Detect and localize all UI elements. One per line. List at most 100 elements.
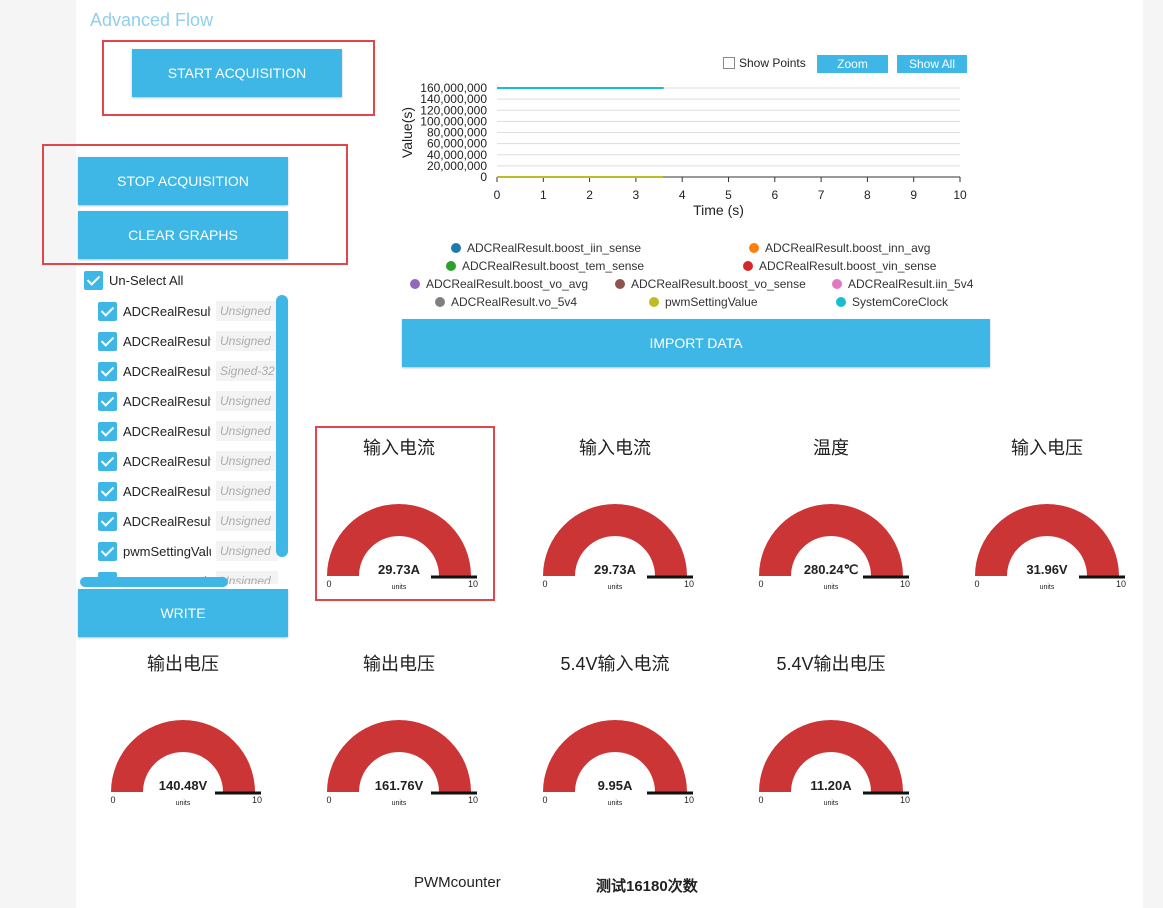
gauge-unit: units: [824, 800, 839, 807]
legend-swatch: [749, 243, 759, 253]
gauge: 输出电压 161.76V units 0 10: [314, 650, 484, 850]
variable-name: ADCRealResult.boost_inn_avg: [123, 333, 211, 349]
variable-row[interactable]: ADCRealResult.vo_5v4 Unsigned: [98, 508, 278, 534]
variable-name: ADCRealResult.vo_5v4: [123, 513, 211, 529]
gauge-dial: 11.20A units 0 10: [758, 720, 910, 807]
variable-row[interactable]: pwmSettingValue Unsigned: [98, 538, 278, 564]
legend-item[interactable]: ADCRealResult.boost_tem_sense: [446, 259, 644, 273]
variable-type-field[interactable]: Unsigned: [216, 541, 278, 561]
unselect-all[interactable]: Un-Select All: [84, 271, 183, 290]
variable-checkbox[interactable]: [98, 421, 117, 441]
legend-swatch: [446, 261, 456, 271]
variable-row[interactable]: ADCRealResult.boost_vo_sense Unsigned: [98, 448, 278, 474]
gauge-max: 10: [900, 795, 910, 805]
legend-swatch: [615, 279, 625, 289]
start-acquisition-button[interactable]: START ACQUISITION: [132, 49, 342, 97]
app-title: Advanced Flow: [90, 10, 214, 30]
gauge-unit: units: [392, 800, 407, 807]
gauge-max: 10: [1116, 579, 1126, 589]
gauge-title: 5.4V输入电流: [560, 654, 670, 674]
gauge-min: 0: [974, 579, 979, 589]
variable-row[interactable]: ADCRealResult.boost_vo_avg Unsigned: [98, 418, 278, 444]
variable-list-hscrollbar[interactable]: [80, 577, 228, 587]
x-tick-label: 1: [540, 188, 547, 202]
gauge-dial: 9.95A units 0 10: [542, 720, 694, 807]
legend-item[interactable]: ADCRealResult.boost_vo_sense: [615, 277, 806, 291]
legend-item[interactable]: ADCRealResult.boost_iin_sense: [451, 241, 641, 255]
variable-row[interactable]: ADCRealResult.boost_inn_avg Unsigned: [98, 328, 278, 354]
variable-type-field[interactable]: Signed-32: [216, 361, 278, 381]
gauge: 输出电压 140.48V units 0 10: [98, 650, 268, 850]
variable-checkbox[interactable]: [98, 511, 117, 531]
legend-item[interactable]: ADCRealResult.iin_5v4: [832, 277, 973, 291]
unselect-all-checkbox[interactable]: [84, 271, 103, 290]
gauge-unit: units: [608, 584, 623, 591]
variable-row[interactable]: ADCRealResult.boost_tem_sense Signed-32: [98, 358, 278, 384]
gauge-min: 0: [326, 795, 331, 805]
gauge-title: 输入电压: [1011, 438, 1083, 458]
zoom-button[interactable]: Zoom: [817, 55, 888, 73]
variable-checkbox[interactable]: [98, 331, 117, 351]
gauge-unit: units: [176, 800, 191, 807]
x-tick-label: 3: [633, 188, 640, 202]
variable-name: ADCRealResult.boost_tem_sense: [123, 363, 211, 379]
variable-checkbox[interactable]: [98, 451, 117, 471]
variable-checkbox[interactable]: [98, 481, 117, 501]
gauge-max: 10: [468, 579, 478, 589]
pwm-counter-label: PWMcounter: [414, 874, 501, 891]
variable-row[interactable]: ADCRealResult.boost_vin_sense Unsigned: [98, 388, 278, 414]
legend-label: ADCRealResult.boost_tem_sense: [462, 259, 645, 273]
variable-type-field[interactable]: Unsigned: [216, 331, 278, 351]
pwm-counter-value: 测试16180次数: [596, 878, 698, 895]
variable-type-field[interactable]: Unsigned: [216, 511, 278, 531]
variable-list[interactable]: ADCRealResult.boost_iin_senseUnsigned ADC…: [78, 294, 290, 584]
stop-acquisition-button[interactable]: STOP ACQUISITION: [78, 157, 288, 205]
variable-name: ADCRealResult.iin_5v4: [123, 483, 211, 499]
legend-item[interactable]: ADCRealResult.boost_vo_avg: [410, 277, 588, 291]
gauge-value: 280.24℃: [804, 562, 858, 577]
legend-item[interactable]: ADCRealResult.vo_5v4: [435, 295, 577, 309]
legend-item[interactable]: pwmSettingValue: [649, 295, 758, 309]
variable-list-scrollbar[interactable]: [276, 295, 288, 557]
variable-name: ADCRealResult.boost_vo_sense: [123, 453, 211, 469]
write-button[interactable]: WRITE: [78, 589, 288, 637]
legend-label: ADCRealResult.boost_iin_sense: [467, 241, 642, 255]
show-all-button[interactable]: Show All: [897, 55, 967, 73]
legend-item[interactable]: SystemCoreClock: [836, 295, 948, 309]
variable-row[interactable]: ADCRealResult.boost_iin_sense Unsigned: [98, 298, 278, 324]
legend-label: ADCRealResult.boost_vo_avg: [426, 277, 589, 291]
legend-item[interactable]: ADCRealResult.boost_inn_avg: [749, 241, 930, 255]
legend-swatch: [435, 297, 445, 307]
show-points-label: Show Points: [739, 56, 806, 70]
show-points-toggle[interactable]: Show Points: [723, 56, 806, 70]
variable-name: pwmSettingValue: [123, 543, 211, 559]
legend-label: ADCRealResult.boost_vo_sense: [631, 277, 806, 291]
legend-item[interactable]: ADCRealResult.boost_vin_sense: [743, 259, 936, 273]
variable-name: ADCRealResult.boost_vo_avg: [123, 423, 211, 439]
gauge-title: 输入电流: [579, 438, 651, 458]
gauge-dial: 161.76V units 0 10: [326, 720, 478, 807]
gauge-value: 161.76V: [375, 778, 424, 793]
y-tick-label: 160,000,000: [420, 81, 487, 95]
show-points-checkbox[interactable]: [723, 57, 735, 69]
gauge-title: 5.4V输出电压: [776, 654, 886, 674]
x-tick-label: 7: [818, 188, 825, 202]
variable-checkbox[interactable]: [98, 541, 117, 561]
variable-checkbox[interactable]: [98, 301, 117, 321]
variable-type-field[interactable]: Unsigned: [216, 301, 278, 321]
gauge-max: 10: [252, 795, 262, 805]
variable-checkbox[interactable]: [98, 391, 117, 411]
variable-type-field[interactable]: Unsigned: [216, 481, 278, 501]
gauge: 输入电流 29.73A units 0 10: [530, 434, 700, 634]
gauge-min: 0: [542, 795, 547, 805]
variable-row[interactable]: ADCRealResult.iin_5v4 Unsigned: [98, 478, 278, 504]
x-tick-label: 0: [494, 188, 501, 202]
clear-graphs-button[interactable]: CLEAR GRAPHS: [78, 211, 288, 259]
import-data-button[interactable]: IMPORT DATA: [402, 319, 990, 367]
variable-type-field[interactable]: Unsigned: [216, 421, 278, 441]
variable-checkbox[interactable]: [98, 361, 117, 381]
legend-swatch: [410, 279, 420, 289]
variable-type-field[interactable]: Unsigned: [216, 391, 278, 411]
variable-type-field[interactable]: Unsigned: [216, 451, 278, 471]
right-gutter: [1143, 0, 1163, 908]
